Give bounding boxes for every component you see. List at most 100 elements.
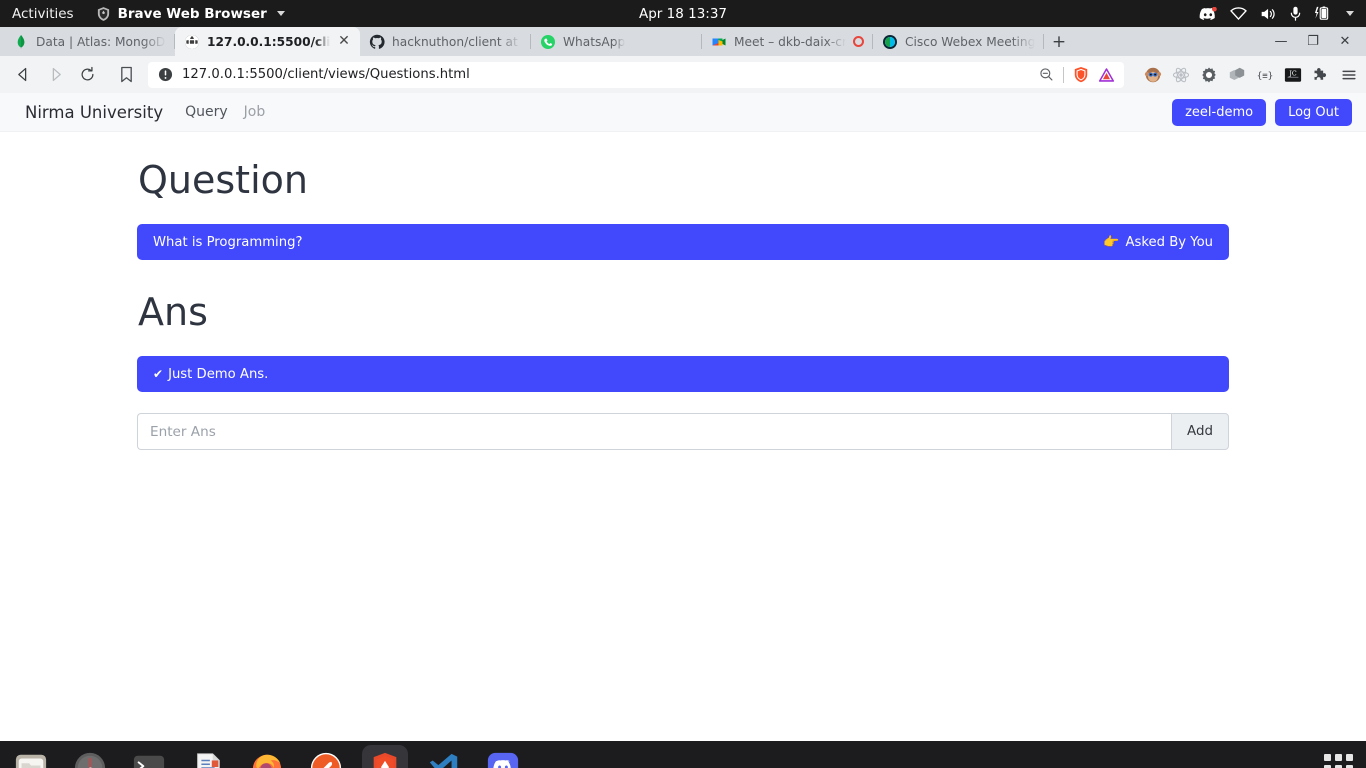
browser-tab[interactable]: WhatsApp xyxy=(531,27,702,56)
browser-tab[interactable]: Cisco Webex Meetings - xyxy=(873,27,1044,56)
content-container: Question What is Programming? 👉 Asked By… xyxy=(137,132,1229,450)
tab-title: 127.0.0.1:5500/client xyxy=(207,34,330,49)
window-controls: — ❐ ✕ xyxy=(1266,27,1366,56)
brave-browser-window: Data | Atlas: MongoDB A 127.0.0.1:5500/c… xyxy=(0,27,1366,741)
brave-rewards-icon[interactable] xyxy=(1098,67,1115,83)
dock-item-brave[interactable] xyxy=(362,745,408,768)
brave-shields-icon[interactable] xyxy=(1073,66,1089,83)
browser-toolbar: 127.0.0.1:5500/client/views/Questions.ht… xyxy=(0,56,1366,93)
navbar-actions: zeel-demo Log Out xyxy=(1172,98,1352,126)
whatsapp-icon xyxy=(541,34,555,49)
recording-indicator-icon xyxy=(853,36,864,47)
tab-title: hacknuthon/client at m xyxy=(392,34,522,49)
chevron-down-icon xyxy=(276,11,285,16)
dark-extension-icon[interactable]: JC xyxy=(1284,66,1302,84)
back-icon[interactable] xyxy=(8,60,38,90)
logout-button[interactable]: Log Out xyxy=(1275,98,1352,126)
reload-icon[interactable] xyxy=(72,60,102,90)
answer-input-row: Add xyxy=(137,413,1229,450)
chevron-down-icon[interactable] xyxy=(1346,11,1354,16)
wifi-icon xyxy=(1230,7,1247,20)
active-app-label: Brave Web Browser xyxy=(117,5,267,22)
grid-dot xyxy=(1334,764,1342,768)
active-app-menu[interactable]: Brave Web Browser xyxy=(88,6,293,22)
hamburger-menu-icon[interactable] xyxy=(1340,66,1358,84)
dock-item-firefox[interactable] xyxy=(244,745,290,768)
files-icon xyxy=(15,754,47,768)
dock-item-discord[interactable] xyxy=(480,745,526,768)
nav-link-query[interactable]: Query xyxy=(185,104,228,120)
json-formatter-icon[interactable]: {≡} xyxy=(1256,66,1274,84)
gear-extension-icon[interactable] xyxy=(1200,66,1218,84)
mongodb-leaf-icon xyxy=(17,34,25,49)
close-window-button[interactable]: ✕ xyxy=(1330,29,1360,55)
discord-icon xyxy=(487,752,519,768)
discord-icon xyxy=(1199,6,1217,20)
question-text: What is Programming? xyxy=(153,234,303,250)
answer-item[interactable]: ✔ Just Demo Ans. xyxy=(137,356,1229,392)
terminal-icon xyxy=(133,755,165,768)
answer-text: Just Demo Ans. xyxy=(168,366,269,382)
nav-link-job[interactable]: Job xyxy=(244,104,266,120)
grid-dot xyxy=(1323,764,1331,768)
grid-dot xyxy=(1323,753,1331,761)
monkey-extension-icon[interactable] xyxy=(1144,66,1162,84)
dock-item-document-viewer[interactable] xyxy=(185,745,231,768)
globe-icon xyxy=(185,34,199,49)
browser-tab[interactable]: Meet – dkb-daix-cmb xyxy=(702,27,873,56)
dock-item-files[interactable] xyxy=(8,745,54,768)
boxes-extension-icon[interactable] xyxy=(1228,66,1246,84)
browser-tab[interactable]: Data | Atlas: MongoDB A xyxy=(4,27,175,56)
tab-title: Meet – dkb-daix-cmb xyxy=(734,34,846,49)
site-brand[interactable]: Nirma University xyxy=(25,103,163,122)
webex-icon xyxy=(883,34,897,49)
question-heading: Question xyxy=(138,158,308,202)
dock-item-clock[interactable] xyxy=(67,745,113,768)
document-viewer-icon xyxy=(197,753,220,768)
divider xyxy=(1063,66,1064,83)
maximize-button[interactable]: ❐ xyxy=(1298,29,1328,55)
tab-title: WhatsApp xyxy=(563,34,626,49)
browser-tab[interactable]: hacknuthon/client at m xyxy=(360,27,531,56)
bookmark-icon[interactable] xyxy=(112,60,140,90)
tab-strip: Data | Atlas: MongoDB A 127.0.0.1:5500/c… xyxy=(0,27,1366,56)
answer-input[interactable] xyxy=(137,413,1171,450)
dock-item-postman[interactable] xyxy=(303,745,349,768)
system-tray[interactable] xyxy=(1199,6,1366,21)
address-bar[interactable]: 127.0.0.1:5500/client/views/Questions.ht… xyxy=(148,61,1124,88)
brave-browser-icon xyxy=(373,752,397,768)
dock-items xyxy=(0,745,526,768)
volume-icon xyxy=(1261,8,1275,19)
activities-button[interactable]: Activities xyxy=(0,6,88,22)
forward-icon xyxy=(40,60,70,90)
dock-item-vscode[interactable] xyxy=(421,745,467,768)
not-secure-info-icon[interactable] xyxy=(158,67,173,82)
address-bar-actions xyxy=(1039,66,1118,83)
dock-item-terminal[interactable] xyxy=(126,745,172,768)
close-icon[interactable]: ✕ xyxy=(337,34,351,49)
browser-tab-active[interactable]: 127.0.0.1:5500/client ✕ xyxy=(175,27,360,56)
user-button[interactable]: zeel-demo xyxy=(1172,98,1267,126)
gnome-dock xyxy=(0,741,1366,768)
add-answer-button[interactable]: Add xyxy=(1171,413,1229,450)
asked-by-label: Asked By You xyxy=(1125,234,1213,250)
asked-by-badge: 👉 Asked By You xyxy=(1103,235,1213,250)
zoom-out-icon[interactable] xyxy=(1039,67,1054,82)
battery-icon xyxy=(1314,6,1329,20)
show-applications-icon[interactable] xyxy=(1320,750,1356,768)
brave-lion-icon xyxy=(97,6,109,21)
extensions-tray: {≡} JC xyxy=(1132,66,1358,84)
page-content: Nirma University Query Job zeel-demo Log… xyxy=(0,93,1366,741)
grid-dot xyxy=(1334,753,1342,761)
clock-icon xyxy=(74,752,106,768)
question-item[interactable]: What is Programming? 👉 Asked By You xyxy=(137,224,1229,260)
puzzle-extensions-icon[interactable] xyxy=(1312,66,1330,84)
minimize-button[interactable]: — xyxy=(1266,29,1296,55)
grid-dot xyxy=(1345,764,1353,768)
vscode-icon xyxy=(429,753,458,768)
check-icon: ✔ xyxy=(153,367,164,381)
react-devtools-icon[interactable] xyxy=(1172,66,1190,84)
grid-dot xyxy=(1345,753,1353,761)
site-navbar: Nirma University Query Job zeel-demo Log… xyxy=(0,93,1366,132)
new-tab-button[interactable]: + xyxy=(1044,27,1074,56)
